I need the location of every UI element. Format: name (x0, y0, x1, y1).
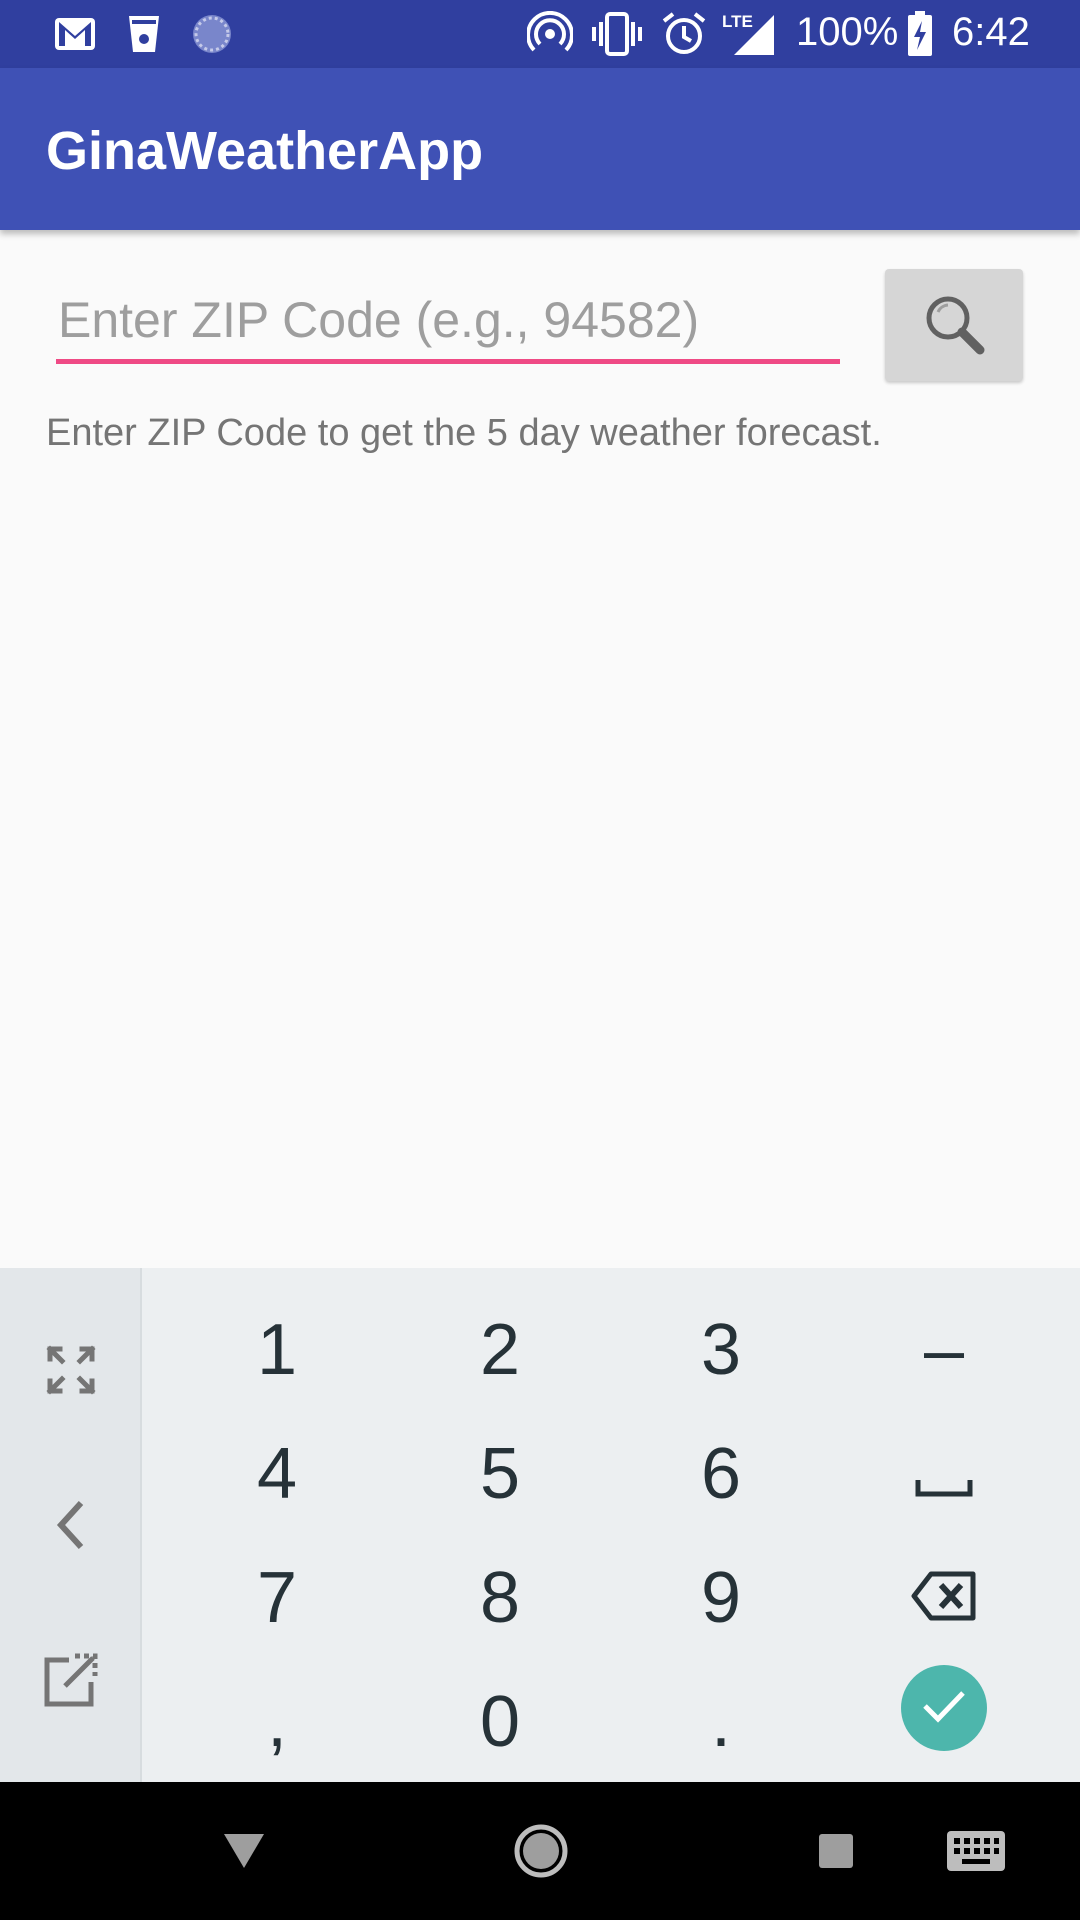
key-3[interactable]: 3 (610, 1288, 832, 1412)
expand-icon[interactable] (20, 1320, 122, 1420)
zip-code-input[interactable] (56, 280, 840, 364)
navigation-bar (0, 1782, 1080, 1920)
clock: 6:42 (952, 10, 1030, 54)
key-backspace[interactable] (833, 1536, 1055, 1660)
key-period[interactable]: . (610, 1660, 832, 1784)
keyboard-icon[interactable] (942, 1816, 1010, 1886)
vibrate-icon (590, 12, 644, 56)
battery-percent: 100% (796, 10, 899, 54)
network-type-label: LTE (722, 12, 753, 31)
backspace-icon (911, 1557, 977, 1639)
hotspot-icon (526, 11, 574, 56)
key-space[interactable] (833, 1412, 1055, 1536)
sync-icon (190, 12, 234, 56)
key-comma[interactable]: , (166, 1660, 388, 1784)
cup-icon (124, 12, 164, 56)
keyboard-side-panel (0, 1268, 142, 1782)
search-icon (918, 288, 990, 363)
back-chevron-icon[interactable] (20, 1475, 122, 1575)
home-icon[interactable] (506, 1816, 576, 1886)
key-4[interactable]: 4 (166, 1412, 388, 1536)
hint-text: Enter ZIP Code to get the 5 day weather … (46, 412, 882, 454)
key-8[interactable]: 8 (389, 1536, 611, 1660)
key-0[interactable]: 0 (389, 1660, 611, 1784)
enter-key[interactable] (901, 1665, 987, 1751)
space-icon (914, 1433, 974, 1515)
key-dash[interactable]: – (833, 1288, 1055, 1412)
app-bar: GinaWeatherApp (0, 68, 1080, 230)
back-icon[interactable] (212, 1816, 276, 1886)
recents-icon[interactable] (810, 1816, 862, 1886)
key-9[interactable]: 9 (610, 1536, 832, 1660)
popout-icon[interactable] (20, 1630, 122, 1730)
key-2[interactable]: 2 (389, 1288, 611, 1412)
battery-charging-icon (906, 11, 934, 56)
search-button[interactable] (885, 269, 1023, 381)
key-1[interactable]: 1 (166, 1288, 388, 1412)
gmail-icon (52, 12, 98, 56)
key-7[interactable]: 7 (166, 1536, 388, 1660)
alarm-icon (660, 12, 708, 56)
key-5[interactable]: 5 (389, 1412, 611, 1536)
app-title: GinaWeatherApp (46, 121, 484, 181)
key-6[interactable]: 6 (610, 1412, 832, 1536)
check-icon (922, 1689, 966, 1728)
status-bar: LTE 100% 6:42 (0, 0, 1080, 68)
